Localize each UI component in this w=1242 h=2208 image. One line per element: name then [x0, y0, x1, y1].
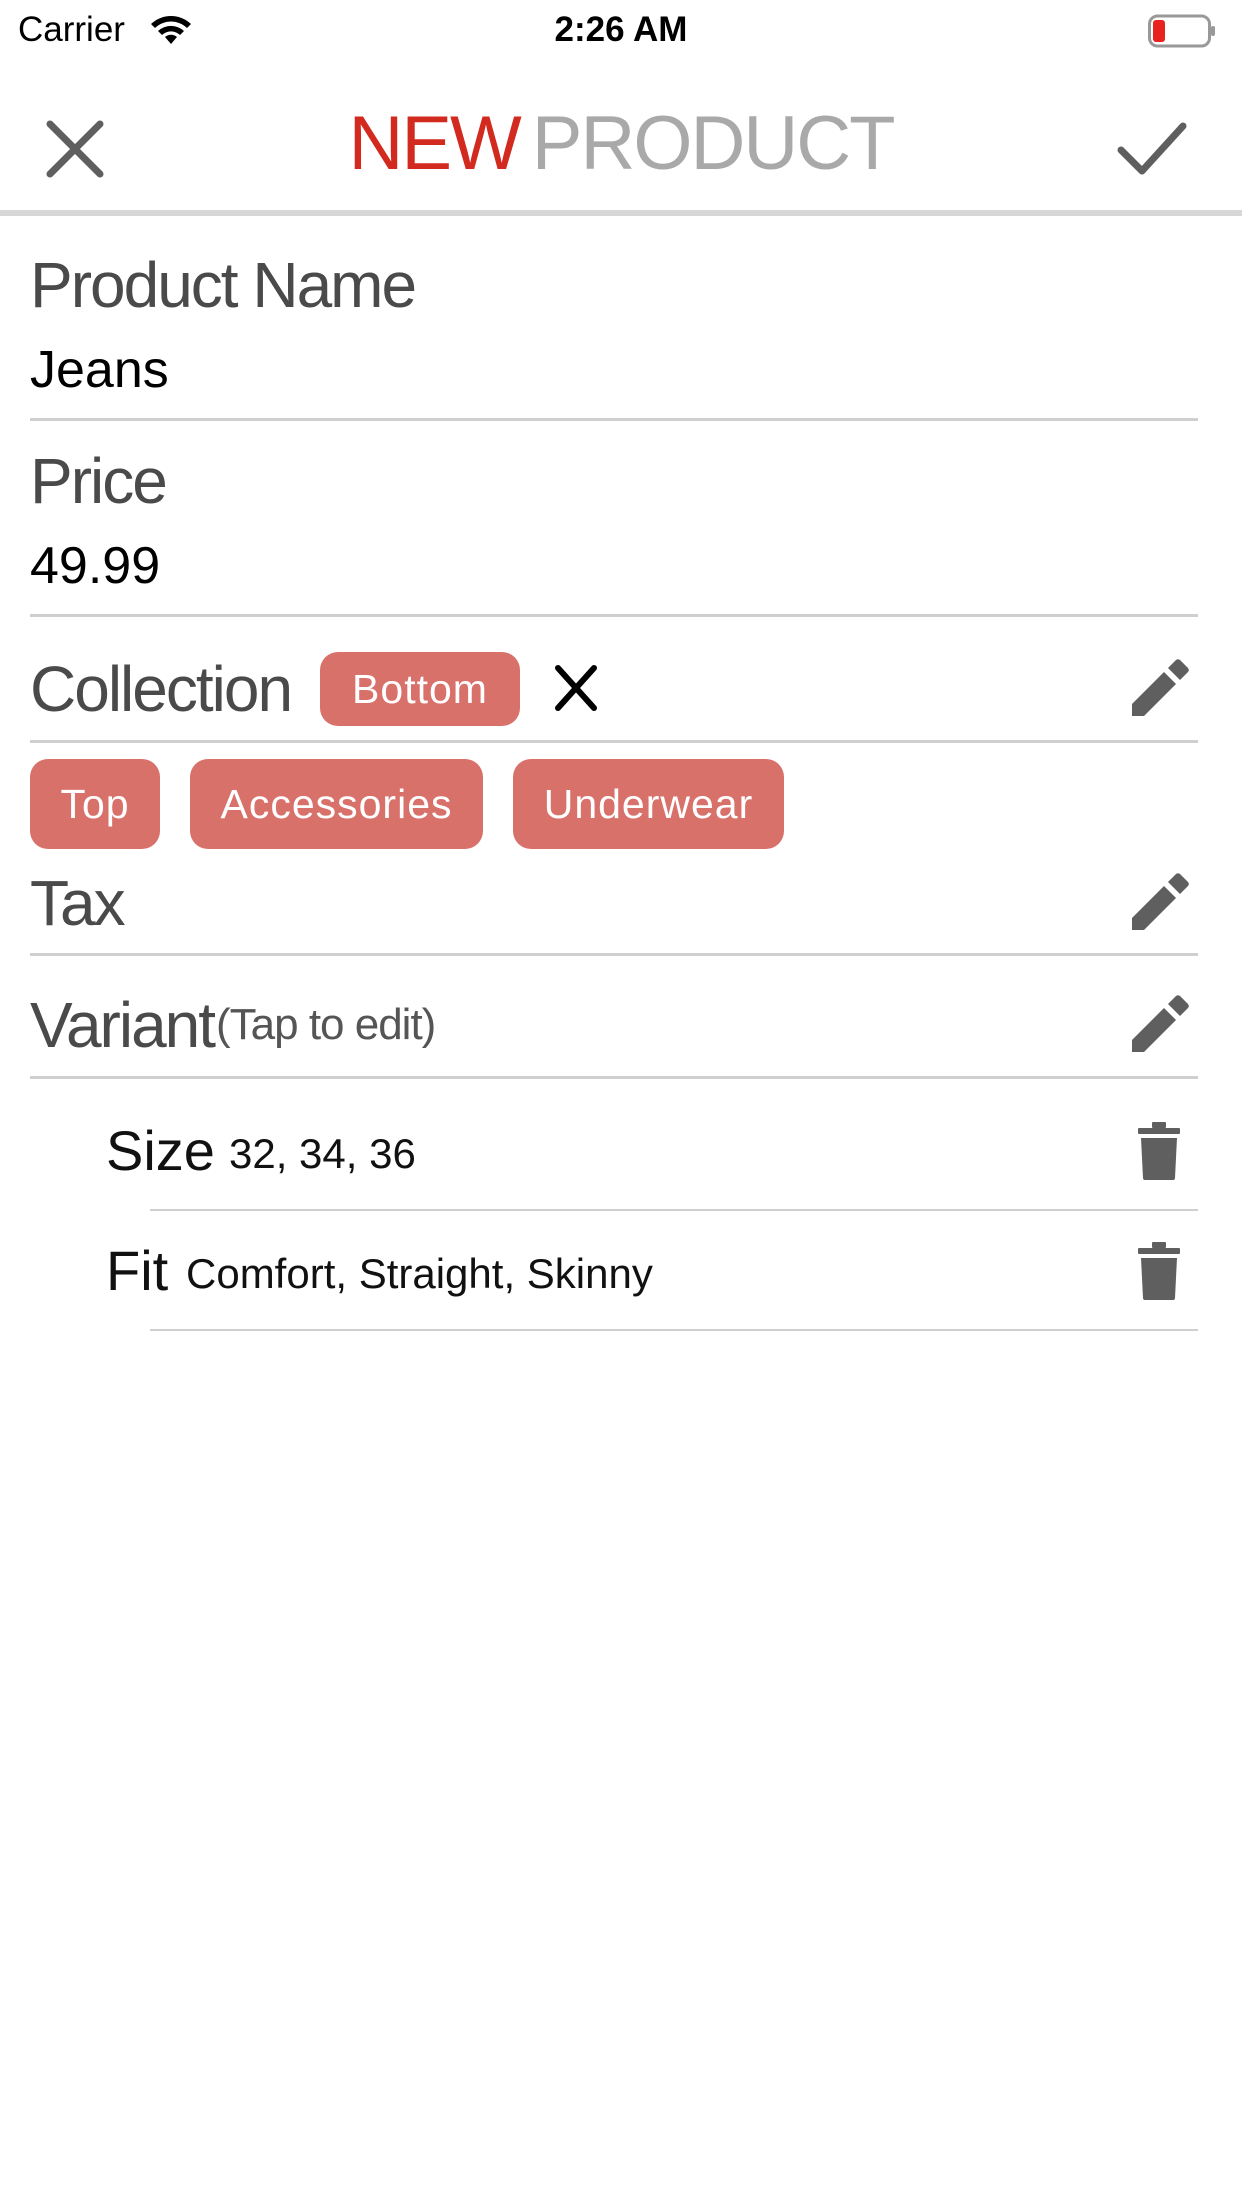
product-name-field[interactable]: Jeans: [30, 340, 169, 400]
variant-fit-values: Comfort, Straight, Skinny: [186, 1250, 653, 1297]
product-name-label: Product Name: [30, 249, 417, 321]
edit-variant-pencil-icon[interactable]: [1128, 994, 1190, 1056]
price-field[interactable]: 49.99: [30, 536, 160, 596]
nav-divider: [0, 210, 1242, 216]
collection-selected-chip[interactable]: Bottom: [320, 652, 520, 726]
collection-option-top[interactable]: Top: [30, 759, 160, 849]
edit-tax-pencil-icon[interactable]: [1128, 872, 1190, 934]
divider: [30, 740, 1198, 743]
checkmark-icon[interactable]: [1116, 118, 1188, 180]
divider: [30, 1076, 1198, 1079]
divider: [30, 953, 1198, 956]
divider: [150, 1329, 1198, 1331]
collection-option-underwear[interactable]: Underwear: [513, 759, 784, 849]
status-bar: Carrier 2:26 AM: [0, 0, 1242, 62]
status-time: 2:26 AM: [554, 10, 688, 49]
variant-size-values: 32, 34, 36: [229, 1130, 416, 1177]
divider: [150, 1209, 1198, 1211]
divider: [30, 614, 1198, 617]
variant-label: Variant: [30, 989, 216, 1061]
page-title-new: NEW: [348, 101, 521, 186]
tax-label: Tax: [30, 867, 126, 939]
remove-collection-icon[interactable]: [554, 664, 598, 712]
page-title: NEW PRODUCT: [0, 100, 1242, 187]
variant-hint: (Tap to edit): [216, 1000, 436, 1049]
page-title-product: PRODUCT: [531, 101, 896, 186]
variant-fit-name: Fit: [106, 1239, 169, 1302]
delete-fit-trash-icon[interactable]: [1138, 1242, 1180, 1300]
collection-label: Collection: [30, 653, 293, 725]
collection-option-accessories[interactable]: Accessories: [190, 759, 483, 849]
battery-icon: [1148, 14, 1216, 48]
price-label: Price: [30, 445, 168, 517]
delete-size-trash-icon[interactable]: [1138, 1122, 1180, 1180]
divider: [30, 418, 1198, 421]
edit-collection-pencil-icon[interactable]: [1128, 658, 1190, 720]
variant-size-name: Size: [106, 1119, 215, 1182]
